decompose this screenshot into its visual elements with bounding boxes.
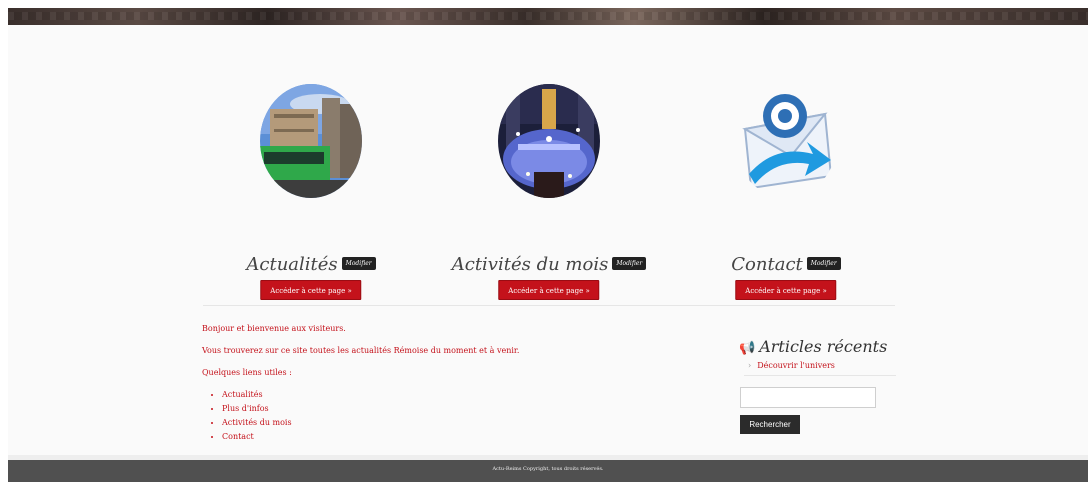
page: Actualités Modifier Accéder à cette page …	[8, 8, 1088, 482]
feature-title: Contact Modifier	[686, 254, 886, 275]
hero-banner	[8, 8, 1088, 25]
recent-articles-heading: 📢 Articles récents	[739, 337, 887, 356]
hero-image-strip	[8, 12, 1088, 20]
feature-title-text: Contact	[731, 254, 803, 275]
feature-title-text: Actualités	[246, 254, 338, 275]
access-page-button[interactable]: Accéder à cette page »	[735, 280, 837, 300]
edit-button[interactable]: Modifier	[612, 256, 647, 270]
feature-title: Activités du mois Modifier	[449, 254, 649, 275]
chevron-right-icon: ›	[748, 361, 752, 370]
description-text: Vous trouverez sur ce site toutes les ac…	[202, 346, 520, 355]
feature-title-text: Activités du mois	[451, 254, 609, 275]
search-input[interactable]	[740, 387, 876, 408]
welcome-text: Bonjour et bienvenue aux visiteurs.	[202, 324, 346, 333]
recent-articles-title: Articles récents	[759, 337, 888, 356]
section-divider	[203, 305, 895, 306]
actualites-image[interactable]	[260, 84, 362, 198]
useful-link-plus-infos[interactable]: Plus d'infos	[222, 405, 702, 413]
contact-email-icon[interactable]	[735, 84, 837, 198]
feature-title: Actualités Modifier	[211, 254, 411, 275]
megaphone-icon: 📢	[739, 341, 756, 356]
links-heading: Quelques liens utiles :	[202, 368, 292, 377]
useful-link-actualites[interactable]: Actualités	[222, 391, 702, 399]
edit-button[interactable]: Modifier	[341, 256, 376, 270]
main-content: Actualités Modifier Accéder à cette page …	[8, 25, 1088, 455]
copyright-text: Actu-Reims Copyright, tous droits réserv…	[492, 466, 604, 472]
access-page-button[interactable]: Accéder à cette page »	[498, 280, 600, 300]
recent-article-title: Découvrir l'univers	[757, 361, 835, 370]
useful-links-list: Actualités Plus d'infos Activités du moi…	[202, 391, 702, 441]
recent-article-link[interactable]: › Découvrir l'univers	[744, 361, 896, 376]
intro-text: Bonjour et bienvenue aux visiteurs. Vous…	[202, 325, 702, 447]
useful-link-activites[interactable]: Activités du mois	[222, 419, 702, 427]
useful-link-contact[interactable]: Contact	[222, 433, 702, 441]
activites-image[interactable]	[498, 84, 600, 198]
search-button[interactable]: Rechercher	[740, 415, 800, 434]
footer: Actu-Reims Copyright, tous droits réserv…	[8, 460, 1088, 482]
access-page-button[interactable]: Accéder à cette page »	[260, 280, 362, 300]
edit-button[interactable]: Modifier	[806, 256, 841, 270]
